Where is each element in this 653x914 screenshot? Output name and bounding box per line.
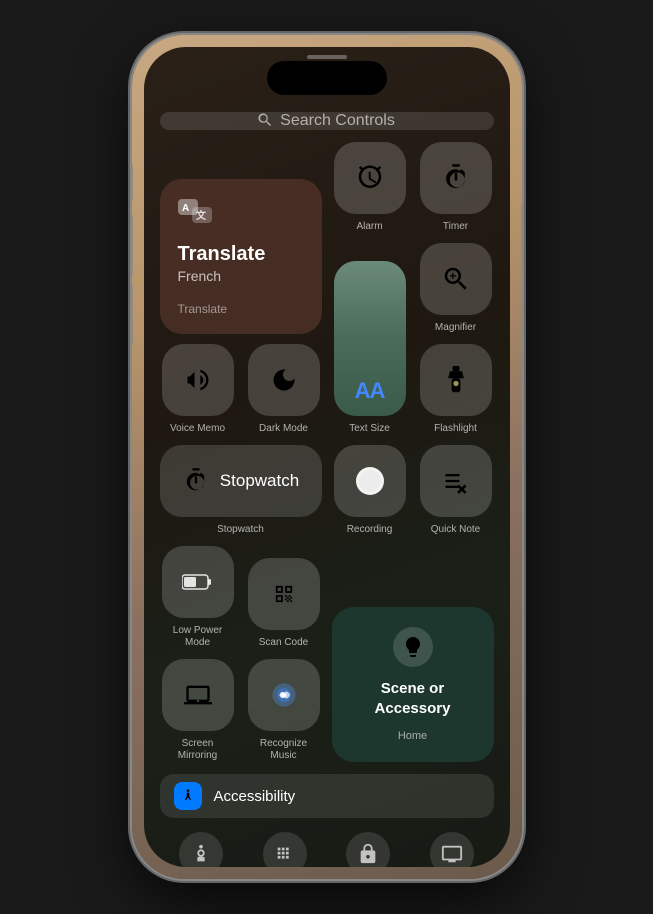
search-icon [258, 113, 272, 130]
accessibility-nav-icon[interactable] [179, 832, 223, 867]
alarm-button[interactable] [334, 142, 406, 214]
timer-control[interactable]: Timer [418, 142, 494, 233]
bottom-section: Accessibility [160, 774, 494, 867]
textsize-aa: AA [355, 378, 385, 404]
recording-control[interactable]: Recording [332, 445, 408, 536]
translate-title: Translate [178, 243, 266, 266]
voicememo-label: Voice Memo [170, 423, 225, 435]
darkmode-label: Dark Mode [259, 423, 308, 435]
power-button [521, 205, 522, 295]
flashlight-control[interactable]: Flashlight [418, 344, 494, 435]
svg-text:文: 文 [196, 209, 207, 222]
quicknote-button[interactable] [420, 445, 492, 517]
svg-text:A: A [182, 203, 189, 214]
stopwatch-title: Stopwatch [220, 471, 299, 491]
translate-icon: A 文 [178, 197, 214, 225]
translate-subtitle: French [178, 268, 266, 284]
search-bar[interactable]: Search Controls [160, 112, 494, 130]
scene-button[interactable]: Scene or Accessory Home [332, 607, 494, 762]
translate-control[interactable]: A 文 Translate French Translate [160, 142, 322, 334]
music-label: Recognize Music [260, 738, 307, 762]
lowpower-control[interactable]: Low Power Mode [160, 546, 236, 649]
textsize-button[interactable]: AA [334, 261, 406, 416]
quicknote-label: Quick Note [431, 524, 480, 536]
music-control[interactable]: Recognize Music [246, 659, 322, 762]
scene-title: Scene or Accessory [375, 679, 451, 718]
mute-button [132, 165, 133, 200]
translate-button[interactable]: A 文 Translate French Translate [160, 179, 322, 334]
alarm-control[interactable]: Alarm [332, 142, 408, 233]
scene-subtitle: Home [398, 730, 427, 742]
magnifier-label: Magnifier [435, 322, 476, 334]
scancode-button[interactable] [248, 558, 320, 630]
tv-nav-icon[interactable] [430, 832, 474, 867]
voicememo-control[interactable]: Voice Memo [160, 344, 236, 435]
translate-footer: Translate [178, 302, 228, 316]
translate-text: Translate French [178, 243, 266, 284]
volume-down-button [132, 285, 133, 345]
nav-bar [160, 826, 494, 867]
lowpower-button[interactable] [162, 546, 234, 618]
quicknote-control[interactable]: Quick Note [418, 445, 494, 536]
screenmirror-button[interactable] [162, 659, 234, 731]
alarm-label: Alarm [356, 221, 382, 233]
stopwatch-button[interactable]: Stopwatch [160, 445, 322, 517]
accessibility-label: Accessibility [214, 788, 296, 805]
voicememo-button[interactable] [162, 344, 234, 416]
recording-label: Recording [347, 524, 393, 536]
scancode-label: Scan Code [259, 637, 308, 649]
textsize-control[interactable]: AA Text Size [332, 243, 408, 435]
magnifier-button[interactable] [420, 243, 492, 315]
darkmode-button[interactable] [248, 344, 320, 416]
textsize-label: Text Size [349, 423, 390, 435]
screenmirror-control[interactable]: Screen Mirroring [160, 659, 236, 762]
flashlight-button[interactable] [420, 344, 492, 416]
timer-button[interactable] [420, 142, 492, 214]
scancode-control[interactable]: Scan Code [246, 546, 322, 649]
scene-text: Scene or Accessory [375, 679, 451, 718]
volume-up-button [132, 215, 133, 275]
screen-content: Search Controls A 文 [144, 47, 510, 867]
lock-nav-icon[interactable] [346, 832, 390, 867]
lowpower-label: Low Power Mode [173, 625, 222, 649]
accessibility-icon [174, 782, 202, 810]
stopwatch-label: Stopwatch [217, 524, 264, 536]
search-placeholder: Search Controls [280, 112, 395, 130]
scene-control[interactable]: Scene or Accessory Home [332, 546, 494, 762]
phone-frame: Search Controls A 文 [132, 35, 522, 879]
recording-dot [356, 467, 384, 495]
magnifier-control[interactable]: Magnifier [418, 243, 494, 334]
grid-nav-icon[interactable] [263, 832, 307, 867]
timer-label: Timer [443, 221, 468, 233]
phone-screen: Search Controls A 文 [144, 47, 510, 867]
recording-button[interactable] [334, 445, 406, 517]
flashlight-label: Flashlight [434, 423, 477, 435]
music-button[interactable] [248, 659, 320, 731]
darkmode-control[interactable]: Dark Mode [246, 344, 322, 435]
accessibility-bar[interactable]: Accessibility [160, 774, 494, 818]
controls-grid: A 文 Translate French Translate [160, 142, 494, 762]
stopwatch-control[interactable]: Stopwatch Stopwatch [160, 445, 322, 536]
dynamic-island [267, 61, 387, 95]
scene-bulb-icon [393, 627, 433, 667]
screenmirror-label: Screen Mirroring [178, 738, 217, 762]
